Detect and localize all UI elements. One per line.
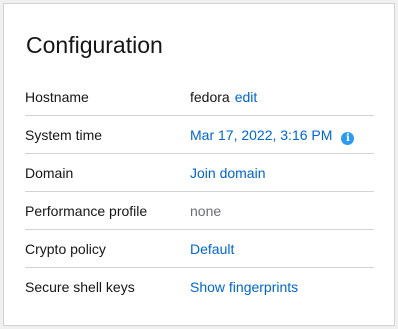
join-domain-link[interactable]: Join domain bbox=[190, 165, 266, 181]
row-system-time: System time Mar 17, 2022, 3:16 PM i bbox=[25, 116, 374, 154]
performance-profile-label: Performance profile bbox=[25, 203, 148, 219]
configuration-list: Hostname fedora edit System time Mar 17, … bbox=[25, 78, 374, 306]
hostname-edit-link[interactable]: edit bbox=[235, 89, 258, 105]
crypto-policy-link[interactable]: Default bbox=[190, 241, 234, 257]
card-title: Configuration bbox=[26, 32, 163, 58]
domain-value-group: Join domain bbox=[190, 154, 266, 192]
row-domain: Domain Join domain bbox=[25, 154, 374, 192]
row-crypto-policy: Crypto policy Default bbox=[25, 230, 374, 268]
domain-label: Domain bbox=[25, 165, 74, 181]
secure-shell-keys-label: Secure shell keys bbox=[25, 279, 135, 295]
system-time-value-group: Mar 17, 2022, 3:16 PM i bbox=[190, 116, 355, 154]
show-fingerprints-link[interactable]: Show fingerprints bbox=[190, 279, 298, 295]
hostname-label: Hostname bbox=[25, 89, 89, 105]
performance-profile-value-group: none bbox=[190, 192, 221, 230]
hostname-value-group: fedora edit bbox=[190, 78, 257, 116]
hostname-value: fedora bbox=[190, 89, 230, 105]
performance-profile-value: none bbox=[190, 203, 222, 219]
info-icon[interactable]: i bbox=[341, 132, 355, 145]
secure-shell-keys-value-group: Show fingerprints bbox=[190, 268, 298, 306]
row-secure-shell-keys: Secure shell keys Show fingerprints bbox=[25, 268, 374, 306]
system-time-link[interactable]: Mar 17, 2022, 3:16 PM bbox=[190, 127, 332, 143]
configuration-card: Configuration Hostname fedora edit System… bbox=[3, 3, 395, 326]
system-time-label: System time bbox=[25, 127, 103, 143]
row-hostname: Hostname fedora edit bbox=[25, 78, 374, 116]
crypto-policy-label: Crypto policy bbox=[25, 241, 106, 257]
crypto-policy-value-group: Default bbox=[190, 230, 234, 268]
row-performance-profile: Performance profile none bbox=[25, 192, 374, 230]
